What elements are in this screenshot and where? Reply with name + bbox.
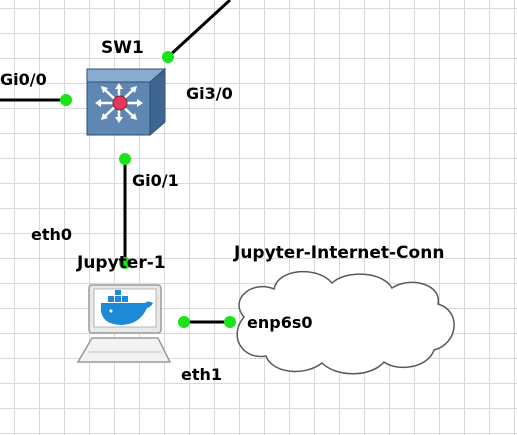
port-dot-gi01[interactable] <box>119 153 131 165</box>
port-dot-eth1[interactable] <box>178 316 190 328</box>
port-dot-enp6s0[interactable] <box>224 316 236 328</box>
topology-canvas[interactable] <box>0 0 517 435</box>
port-dot-gi30[interactable] <box>162 51 174 63</box>
switch-label[interactable]: SW1 <box>101 40 144 57</box>
port-label-eth0: eth0 <box>31 225 73 244</box>
port-label-enp6s0: enp6s0 <box>247 313 313 332</box>
keyboard-base <box>76 337 172 363</box>
port-dot-gi00[interactable] <box>60 94 72 106</box>
port-label-gi30: Gi3/0 <box>186 84 233 103</box>
link-sw1-gi30[interactable] <box>166 0 232 59</box>
jupyter-host-node[interactable] <box>76 284 172 363</box>
host-label[interactable]: Jupyter-1 <box>77 255 166 272</box>
switch-node[interactable] <box>86 67 167 137</box>
port-label-gi01: Gi0/1 <box>132 171 179 190</box>
switch-center-dot <box>112 95 128 111</box>
port-label-gi00: Gi0/0 <box>0 70 47 89</box>
port-label-eth1: eth1 <box>181 365 223 384</box>
cloud-label[interactable]: Jupyter-Internet-Conn <box>234 245 444 262</box>
